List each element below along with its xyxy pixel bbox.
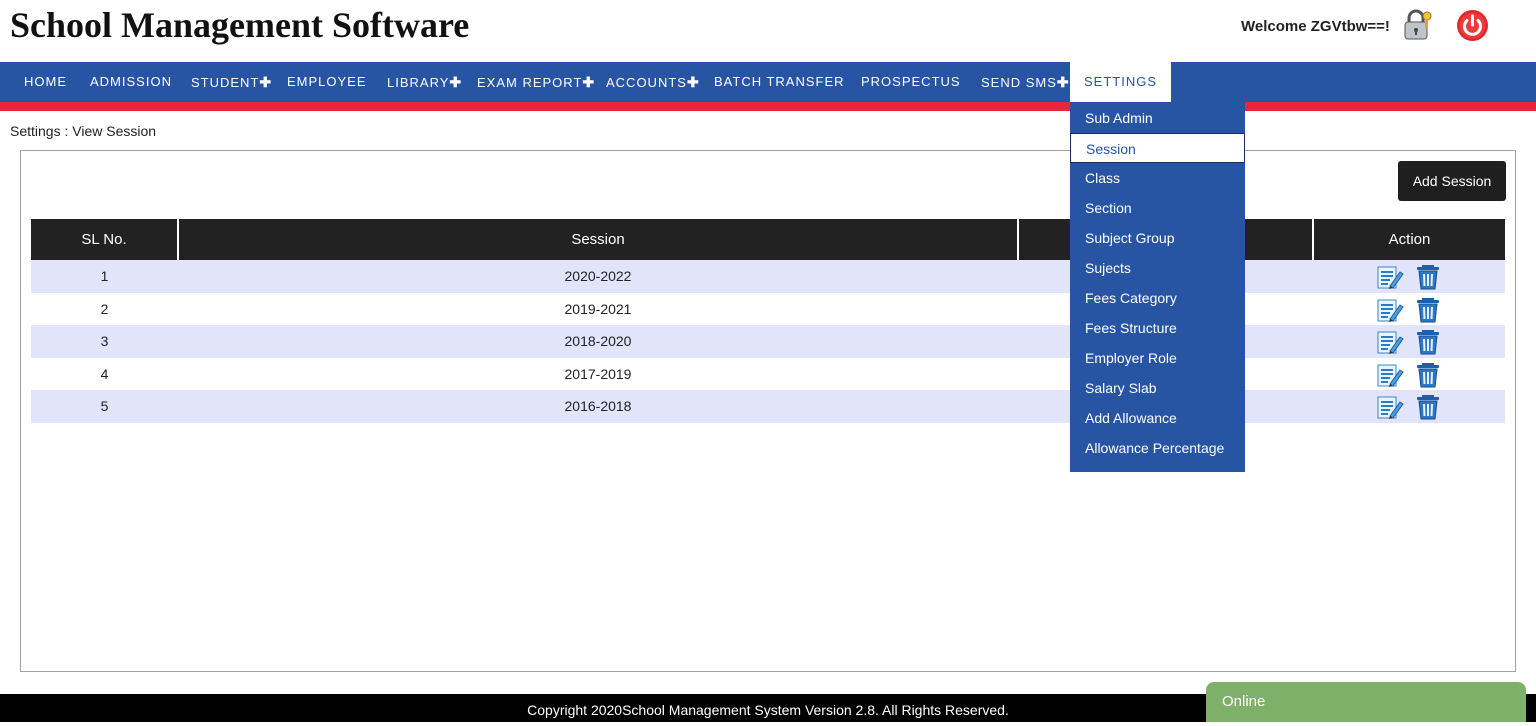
cell-sl-no: 1 bbox=[100, 268, 109, 285]
cell-session: 2016-2018 bbox=[564, 398, 632, 415]
nav-prospectus[interactable]: PROSPECTUS bbox=[861, 62, 961, 102]
settings-menu-item-session[interactable]: Session bbox=[1070, 133, 1245, 163]
nav-accent-strip bbox=[0, 102, 1536, 111]
cell-session: 2017-2019 bbox=[564, 365, 632, 382]
settings-menu-item-section[interactable]: Section bbox=[1070, 193, 1245, 223]
settings-dropdown: Sub Admin Session Class Section Subject Grou… bbox=[1070, 102, 1245, 472]
settings-menu-item-fees-category[interactable]: Fees Category bbox=[1070, 283, 1245, 313]
cell-sl-no: 5 bbox=[100, 398, 109, 415]
plus-icon: ✚ bbox=[582, 74, 595, 90]
settings-menu-item-fees-structure[interactable]: Fees Structure bbox=[1070, 313, 1245, 343]
app-header: School Management Software Welcome ZGVtb… bbox=[0, 0, 1536, 62]
nav-employee[interactable]: EMPLOYEE bbox=[287, 62, 367, 102]
plus-icon: ✚ bbox=[1056, 74, 1069, 90]
table-row: 3 2018-2020 bbox=[31, 325, 1505, 358]
nav-exam-report[interactable]: EXAM REPORT✚ bbox=[477, 62, 594, 102]
cell-session: 2018-2020 bbox=[564, 333, 632, 350]
welcome-text: Welcome ZGVtbw==! bbox=[1241, 18, 1390, 35]
table-row: 2 2019-2021 bbox=[31, 293, 1505, 326]
main-navbar: HOME ADMISSION STUDENT✚ EMPLOYEE LIBRARY… bbox=[0, 62, 1536, 102]
table-row: 1 2020-2022 bbox=[31, 260, 1505, 293]
cell-action bbox=[1313, 390, 1505, 423]
trash-icon[interactable] bbox=[1414, 391, 1442, 421]
cell-session: 2019-2021 bbox=[564, 300, 632, 317]
table-body: 1 2020-2022 2 2019-2021 3 2018-2020 4 2017-2019… bbox=[31, 260, 1505, 423]
trash-icon[interactable] bbox=[1414, 326, 1442, 356]
nav-student[interactable]: STUDENT✚ bbox=[191, 62, 271, 102]
edit-icon[interactable] bbox=[1376, 295, 1404, 323]
settings-menu-item-class[interactable]: Class bbox=[1070, 163, 1245, 193]
cell-action bbox=[1313, 358, 1505, 391]
settings-menu-item-add-allowance[interactable]: Add Allowance bbox=[1070, 403, 1245, 433]
trash-icon[interactable] bbox=[1414, 294, 1442, 324]
nav-batch-transfer[interactable]: BATCH TRANSFER bbox=[714, 62, 845, 102]
table-header-row: SL No. Session Action bbox=[31, 219, 1505, 260]
session-table: SL No. Session Action 1 2020-2022 2 2019-20… bbox=[31, 219, 1505, 423]
cell-session: 2020-2022 bbox=[564, 268, 632, 285]
nav-settings[interactable]: SETTINGS bbox=[1070, 62, 1172, 102]
cell-sl-no: 2 bbox=[100, 300, 109, 317]
cell-action bbox=[1313, 260, 1505, 293]
lock-icon[interactable] bbox=[1400, 8, 1434, 42]
settings-menu-item-sub-admin[interactable]: Sub Admin bbox=[1070, 103, 1245, 133]
settings-menu-item-sujects[interactable]: Sujects bbox=[1070, 253, 1245, 283]
settings-menu-item-salary-slab[interactable]: Salary Slab bbox=[1070, 373, 1245, 403]
header-action: Action bbox=[1388, 231, 1431, 248]
nav-admission[interactable]: ADMISSION bbox=[90, 62, 172, 102]
breadcrumb: Settings : View Session bbox=[10, 123, 157, 139]
edit-icon[interactable] bbox=[1376, 327, 1404, 355]
power-icon[interactable] bbox=[1456, 9, 1489, 42]
session-panel: Add Session SL No. Session Action 1 2020-… bbox=[20, 150, 1516, 672]
nav-accounts[interactable]: ACCOUNTS✚ bbox=[606, 62, 699, 102]
header-sl-no: SL No. bbox=[31, 219, 179, 260]
settings-menu-item-allowance-percentage[interactable]: Allowance Percentage bbox=[1070, 433, 1245, 463]
plus-icon: ✚ bbox=[686, 74, 699, 90]
table-row: 5 2016-2018 bbox=[31, 390, 1505, 423]
nav-home[interactable]: HOME bbox=[24, 62, 67, 102]
app-title: School Management Software bbox=[10, 5, 470, 45]
cell-sl-no: 3 bbox=[100, 333, 109, 350]
edit-icon[interactable] bbox=[1376, 360, 1404, 388]
trash-icon[interactable] bbox=[1414, 359, 1442, 389]
trash-icon[interactable] bbox=[1414, 261, 1442, 291]
online-chat-tab[interactable]: Online bbox=[1206, 682, 1526, 722]
settings-menu-item-subject-group[interactable]: Subject Group bbox=[1070, 223, 1245, 253]
cell-action bbox=[1313, 293, 1505, 326]
plus-icon: ✚ bbox=[449, 74, 462, 90]
edit-icon[interactable] bbox=[1376, 392, 1404, 420]
nav-library[interactable]: LIBRARY✚ bbox=[387, 62, 461, 102]
nav-send-sms[interactable]: SEND SMS✚ bbox=[981, 62, 1069, 102]
add-session-button[interactable]: Add Session bbox=[1398, 161, 1506, 201]
cell-action bbox=[1313, 325, 1505, 358]
edit-icon[interactable] bbox=[1376, 262, 1404, 290]
table-row: 4 2017-2019 bbox=[31, 358, 1505, 391]
plus-icon: ✚ bbox=[259, 74, 272, 90]
settings-menu-item-employer-role[interactable]: Employer Role bbox=[1070, 343, 1245, 373]
cell-sl-no: 4 bbox=[100, 365, 109, 382]
header-session: Session bbox=[178, 219, 1019, 260]
